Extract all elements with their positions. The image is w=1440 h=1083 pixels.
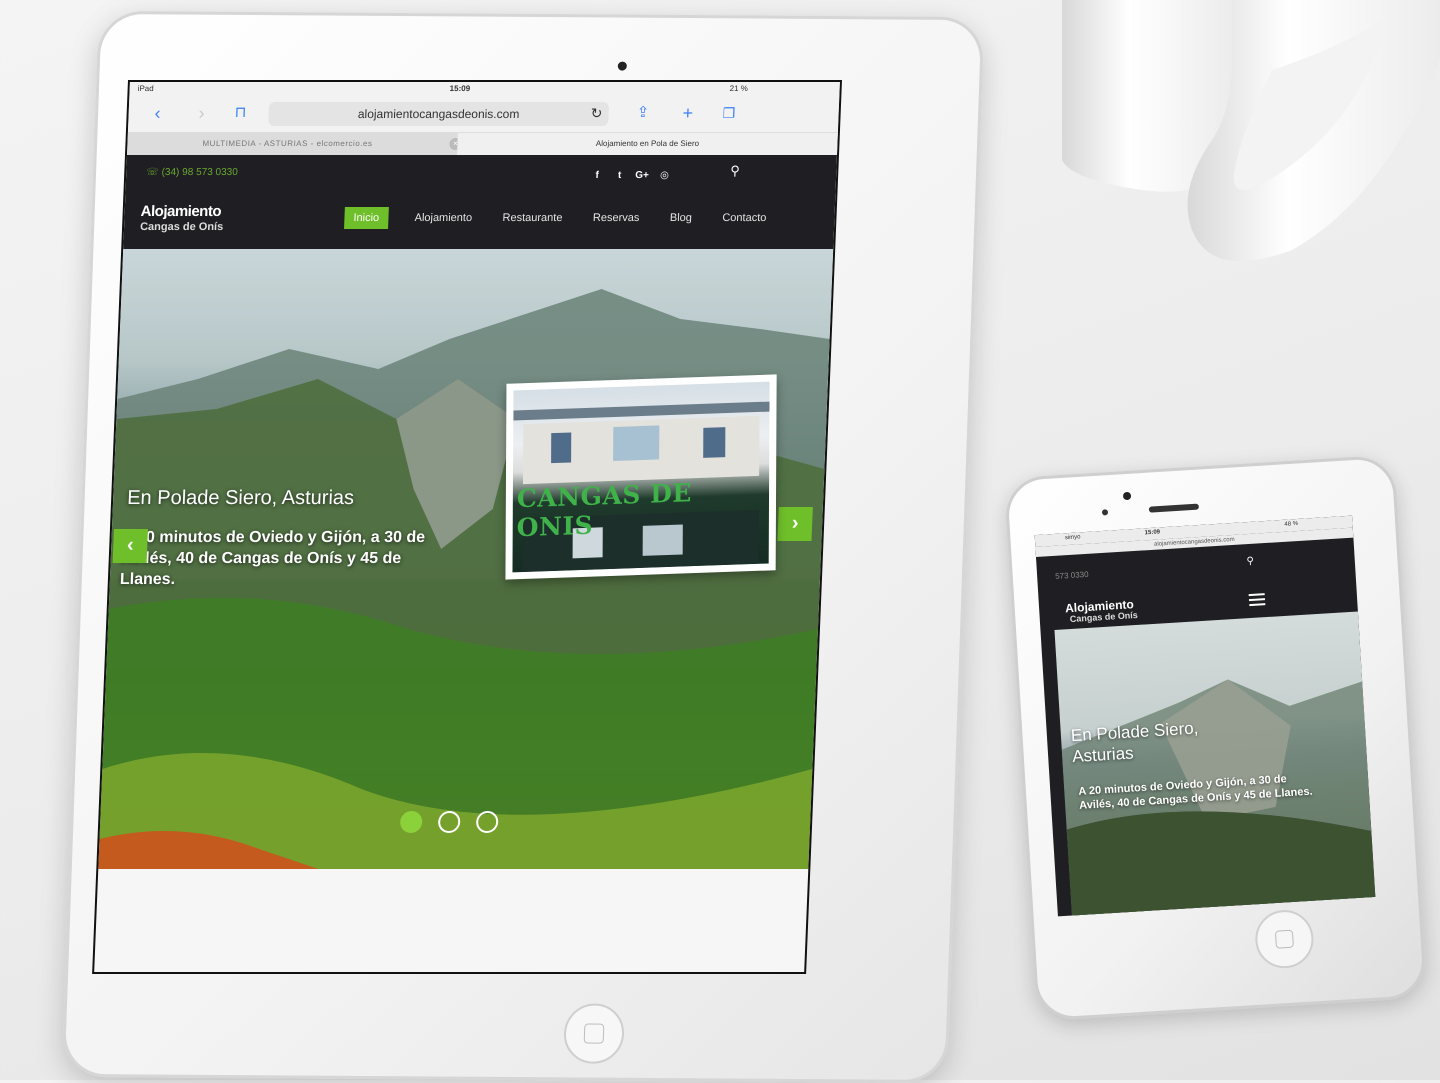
googleplus-icon[interactable]: G+: [633, 167, 652, 185]
tabs-icon[interactable]: ❐: [722, 104, 735, 122]
ipad-screen: iPad 15:09 21 % ‹ › ⊓ alojamientocangasd…: [92, 80, 842, 974]
hero-title: En Polade Siero, Asturias: [126, 487, 355, 509]
slider-prev-arrow[interactable]: ‹: [112, 529, 148, 563]
address-bar[interactable]: alojamientocangasdeonis.com: [268, 102, 610, 126]
instagram-icon[interactable]: ◎: [655, 167, 674, 185]
iphone-site-phone: 573 0330: [1054, 569, 1089, 581]
ipad-camera: [617, 61, 627, 71]
site-logo-line2[interactable]: Cangas de Onís: [140, 221, 224, 233]
iphone-sensor: [1101, 509, 1109, 516]
iphone-speaker: [1148, 503, 1200, 513]
site-navbar: Alojamiento Cangas de Onís Inicio Alojam…: [123, 193, 836, 249]
iphone-screen: simyo 15:09 48 % alojamientocangasdeonis…: [1034, 515, 1376, 917]
photo-sign-text: CANGAS DE ONIS: [516, 478, 692, 543]
iphone-carrier: simyo: [1064, 534, 1081, 542]
menu-item-alojamiento[interactable]: Alojamiento: [410, 207, 476, 229]
site-topbar: ☏ (34) 98 573 0330 f t G+ ◎ ⚲: [125, 155, 837, 193]
tab-alojamiento[interactable]: Alojamiento en Pola de Siero: [456, 133, 838, 155]
status-device: iPad: [137, 84, 154, 93]
home-button-icon: [583, 1023, 605, 1044]
safari-toolbar: ‹ › ⊓ alojamientocangasdeonis.com ↻ ⇪ + …: [127, 96, 840, 133]
share-icon[interactable]: ⇪: [636, 104, 649, 122]
site-phone: ☏ (34) 98 573 0330: [146, 167, 238, 178]
menu-item-inicio[interactable]: Inicio: [344, 207, 389, 229]
hotel-photo: CANGAS DE ONIS: [505, 374, 777, 580]
status-battery: 21 %: [729, 84, 749, 93]
forward-icon[interactable]: ›: [198, 103, 205, 123]
new-tab-icon[interactable]: +: [682, 103, 693, 123]
iphone-camera: [1122, 491, 1132, 501]
safari-tab-strip: MULTIMEDIA - ASTURIAS - elcomercio.es × …: [126, 133, 838, 155]
menu-item-reservas[interactable]: Reservas: [588, 207, 643, 229]
menu-icon[interactable]: [1248, 593, 1266, 609]
hero-slider: En Polade Siero, Asturias A 20 minutos d…: [98, 249, 834, 869]
site-logo-line1[interactable]: Alojamiento: [140, 203, 221, 220]
reload-icon[interactable]: ↻: [590, 104, 602, 122]
iphone-home-button[interactable]: [1253, 908, 1316, 970]
home-button-icon: [1274, 929, 1294, 949]
slider-next-arrow[interactable]: ›: [777, 507, 813, 541]
tab-elcomercio[interactable]: MULTIMEDIA - ASTURIAS - elcomercio.es: [127, 133, 448, 155]
coffee-mug: [1062, 0, 1440, 262]
search-icon[interactable]: ⚲: [730, 163, 740, 179]
hero-text: A 20 minutos de Oviedo y Gijón, a 30 de …: [119, 529, 426, 588]
bookmarks-icon[interactable]: ⊓: [234, 104, 246, 122]
menu-item-blog[interactable]: Blog: [665, 207, 696, 229]
status-time: 15:09: [449, 84, 471, 93]
iphone-time: 15:09: [1144, 529, 1161, 537]
ipad-home-button[interactable]: [562, 1003, 626, 1064]
menu-item-restaurante[interactable]: Restaurante: [498, 207, 567, 229]
facebook-icon[interactable]: f: [588, 167, 607, 185]
main-menu: Inicio Alojamiento Restaurante Reservas …: [344, 207, 789, 229]
menu-item-contacto[interactable]: Contacto: [718, 207, 771, 229]
ios-status-bar: iPad 15:09 21 %: [129, 82, 840, 96]
iphone-battery: 48 %: [1284, 520, 1299, 528]
social-links: f t G+ ◎: [588, 165, 674, 185]
search-icon[interactable]: ⚲: [1246, 556, 1254, 567]
twitter-icon[interactable]: t: [610, 167, 629, 185]
back-icon[interactable]: ‹: [154, 103, 161, 123]
